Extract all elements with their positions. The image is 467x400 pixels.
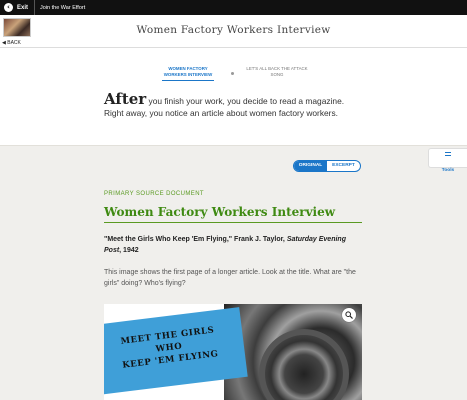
tools-label: Tools xyxy=(441,168,455,173)
step-separator-dot xyxy=(231,72,234,75)
document-description: This image shows the first page of a lon… xyxy=(104,269,356,287)
intro-lead: After xyxy=(104,90,147,108)
back-label: BACK xyxy=(7,40,21,46)
magnifier-icon xyxy=(345,311,353,319)
tools-button[interactable]: Tools xyxy=(428,148,467,173)
app-title: Join the War Effort xyxy=(40,4,86,11)
intro-panel: WOMEN FACTORY WORKERS INTERVIEW LET'S AL… xyxy=(0,48,467,146)
zoom-button[interactable] xyxy=(342,308,356,322)
page-title: Women Factory Workers Interview xyxy=(136,24,331,36)
intro-text: After you finish your work, you decide t… xyxy=(104,92,364,119)
document-citation: "Meet the Girls Who Keep 'Em Flying," Fr… xyxy=(104,234,362,256)
primary-source-image[interactable]: MEET THE GIRLS WHO KEEP 'EM FLYING xyxy=(104,304,362,400)
tools-icon xyxy=(445,152,451,156)
citation-year: , 1942 xyxy=(119,247,139,254)
arrow-left-icon: ‹ xyxy=(4,3,13,12)
document-kicker: PRIMARY SOURCE DOCUMENT xyxy=(104,191,204,197)
step-back-the-attack-song[interactable]: LET'S ALL BACK THE ATTACK SONG xyxy=(242,66,312,77)
document-title: Women Factory Workers Interview xyxy=(104,205,336,219)
exit-label: Exit xyxy=(17,4,29,11)
title-divider xyxy=(104,222,362,223)
step-women-factory-workers[interactable]: WOMEN FACTORY WORKERS INTERVIEW xyxy=(162,66,214,81)
header: ◀ BACK Women Factory Workers Interview xyxy=(0,15,467,48)
exit-button[interactable]: ‹ Exit xyxy=(0,0,36,15)
top-bar: ‹ Exit Join the War Effort xyxy=(0,0,467,15)
original-toggle[interactable]: ORIGINAL xyxy=(294,161,327,171)
engine-graphic xyxy=(259,329,349,400)
citation-title: "Meet the Girls Who Keep 'Em Flying," Fr… xyxy=(104,236,285,243)
view-toggle: ORIGINAL EXCERPT xyxy=(293,160,361,172)
back-button[interactable]: ◀ BACK xyxy=(2,40,21,46)
excerpt-toggle[interactable]: EXCERPT xyxy=(327,161,360,171)
